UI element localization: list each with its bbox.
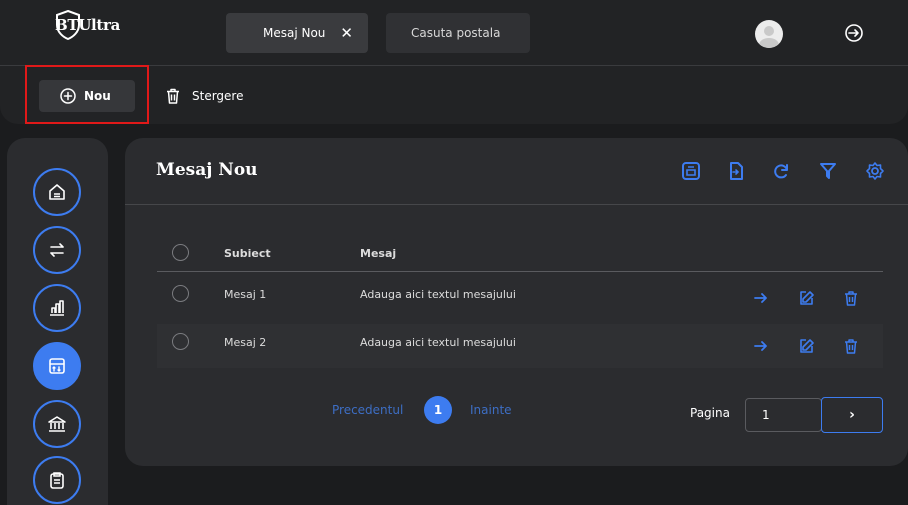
logout-icon[interactable] [843, 22, 865, 44]
trash-icon [167, 88, 179, 104]
sidebar-item-inbox[interactable] [33, 342, 81, 390]
delete-button[interactable]: Stergere [164, 87, 243, 105]
sidebar-item-documents[interactable] [33, 456, 81, 504]
pagination-prev[interactable]: Precedentul [332, 403, 403, 417]
avatar-body [759, 38, 779, 48]
avatar[interactable] [755, 20, 783, 48]
page-input-label: Pagina [690, 406, 730, 420]
inbox-icon [49, 358, 65, 374]
row-subject: Mesaj 1 [224, 288, 267, 301]
open-arrow-icon[interactable] [753, 338, 769, 354]
new-button[interactable]: Nou [39, 80, 135, 112]
table-row[interactable]: Mesaj 2 Adauga aici textul mesajului [157, 324, 883, 368]
bank-icon [48, 416, 66, 432]
pagination-next[interactable]: Inainte [470, 403, 512, 417]
action-toolbar: Nou Stergere [0, 66, 908, 124]
go-to-page-button[interactable]: › [821, 397, 883, 433]
delete-row-icon[interactable] [843, 338, 859, 354]
settings-icon[interactable] [865, 161, 885, 181]
table-header: Subiect Mesaj [157, 238, 883, 272]
row-message: Adauga aici textul mesajului [360, 336, 516, 349]
edit-icon[interactable] [798, 290, 814, 306]
avatar-head [764, 26, 774, 36]
tab-label: Mesaj Nou [263, 26, 326, 40]
print-icon[interactable] [681, 161, 701, 181]
row-select-radio[interactable] [172, 285, 189, 302]
row-select-radio[interactable] [172, 333, 189, 350]
card-divider [125, 204, 908, 205]
sidebar-item-transfers[interactable] [33, 226, 81, 274]
open-arrow-icon[interactable] [753, 290, 769, 306]
sidebar-item-home[interactable] [33, 168, 81, 216]
table-row[interactable]: Mesaj 1 Adauga aici textul mesajului [157, 276, 883, 320]
column-header-message[interactable]: Mesaj [360, 247, 396, 260]
page-number-input[interactable] [745, 398, 822, 432]
pagination-current-page[interactable]: 1 [424, 396, 452, 424]
sidebar [7, 138, 108, 505]
clipboard-icon [50, 472, 64, 489]
page-title: Mesaj Nou [156, 160, 258, 180]
sidebar-item-bank[interactable] [33, 400, 81, 448]
chart-icon [50, 300, 64, 316]
add-circle-icon [60, 88, 76, 104]
tab-casuta-postala[interactable]: Casuta postala [386, 13, 530, 53]
transfer-icon [50, 243, 64, 257]
logo[interactable]: BTUltra [55, 10, 120, 40]
new-button-label: Nou [84, 89, 111, 103]
row-subject: Mesaj 2 [224, 336, 267, 349]
sidebar-item-reports[interactable] [33, 284, 81, 332]
delete-button-label: Stergere [192, 89, 244, 103]
export-icon[interactable] [726, 161, 746, 181]
filter-icon[interactable] [818, 161, 838, 181]
tab-mesaj-nou[interactable]: Mesaj Nou ✕ [226, 13, 368, 53]
logo-text: BTUltra [55, 16, 121, 34]
column-header-subject[interactable]: Subiect [224, 247, 271, 260]
refresh-icon[interactable] [771, 161, 791, 181]
top-bar: BTUltra Mesaj Nou ✕ Casuta postala [0, 0, 908, 66]
edit-icon[interactable] [798, 338, 814, 354]
message-card: Mesaj Nou Subiect Mesaj Mesaj 1 Adauga a… [125, 138, 908, 466]
select-all-radio[interactable] [172, 244, 189, 261]
home-icon [49, 184, 65, 200]
row-message: Adauga aici textul mesajului [360, 288, 516, 301]
delete-row-icon[interactable] [843, 290, 859, 306]
tab-label: Casuta postala [411, 26, 501, 40]
close-icon[interactable]: ✕ [340, 24, 353, 42]
